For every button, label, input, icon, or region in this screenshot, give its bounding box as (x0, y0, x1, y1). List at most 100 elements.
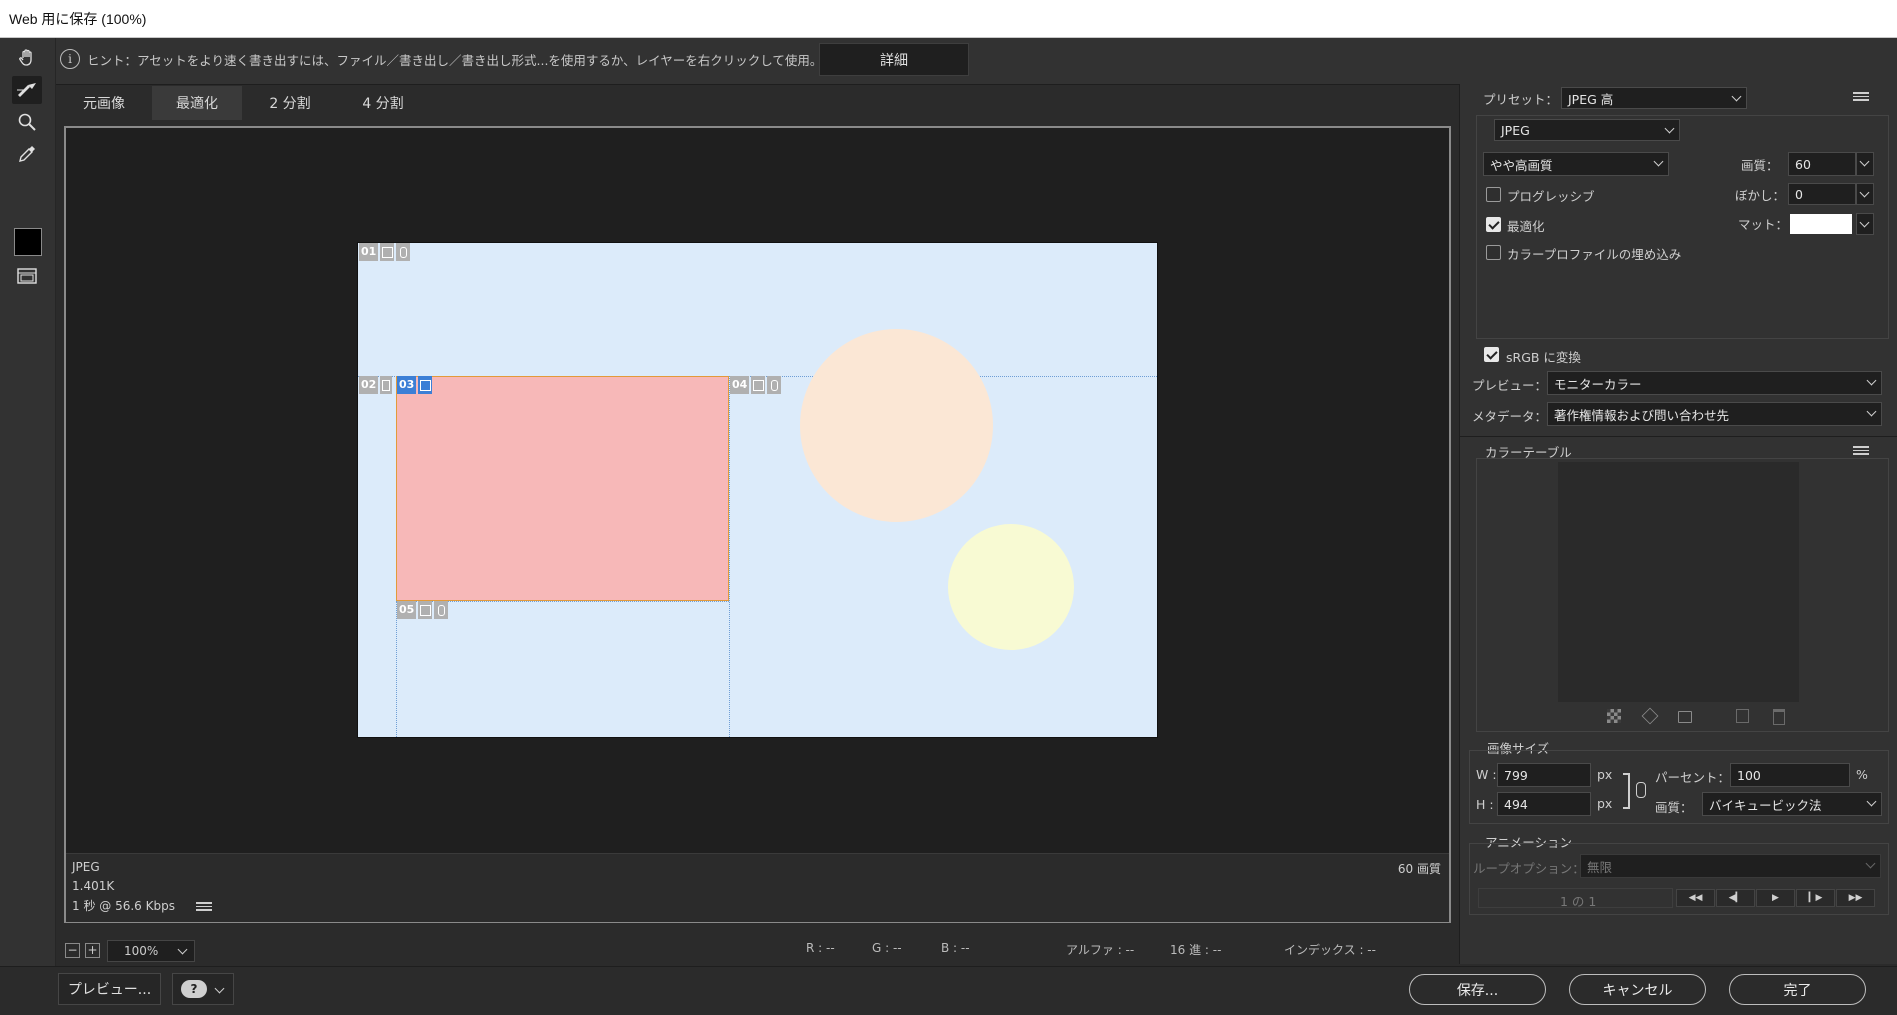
slice-badge-02[interactable]: 02 (359, 376, 393, 394)
blue-readout: B : -- (941, 941, 970, 955)
toggle-slices-icon[interactable] (12, 262, 42, 290)
window-title: Web 用に保存 (100%) (9, 11, 147, 27)
last-frame-button[interactable]: ▶▶ (1836, 889, 1875, 907)
info-icon: i (60, 49, 80, 69)
optimized-checkbox[interactable] (1486, 217, 1501, 232)
srgb-checkbox[interactable] (1484, 347, 1499, 362)
color-table-menu-icon[interactable] (1853, 446, 1869, 456)
quality-slider-toggle[interactable] (1856, 152, 1874, 176)
zoom-out-button[interactable]: − (65, 943, 80, 958)
window-titlebar: Web 用に保存 (100%) (0, 0, 1897, 38)
image-slice-icon (418, 601, 433, 619)
play-button[interactable]: ▶ (1756, 889, 1795, 907)
selected-slice-03[interactable] (396, 376, 729, 601)
quality-info: 60 画質 (1397, 862, 1441, 876)
tab-4up[interactable]: 4 分割 (338, 86, 428, 120)
previous-frame-button[interactable]: ◀▎ (1716, 889, 1755, 907)
zoom-level-select[interactable]: 100% (107, 940, 195, 962)
color-table-grid[interactable] (1558, 462, 1799, 702)
resample-quality-select[interactable]: バイキュービック法 (1702, 792, 1882, 816)
detail-button[interactable]: 詳細 (819, 43, 969, 76)
eyedropper-icon[interactable] (12, 140, 42, 168)
lock-color-icon[interactable] (1678, 711, 1692, 723)
hint-text: ヒント：アセットをより速く書き出すには、ファイル／書き出し／書き出し形式...を… (87, 53, 823, 68)
preset-label: プリセット： (1483, 92, 1559, 107)
tab-2up[interactable]: 2 分割 (242, 86, 338, 120)
slice-number: 01 (359, 243, 379, 261)
panel-menu-icon[interactable] (1853, 92, 1869, 102)
slice-number: 04 (730, 376, 750, 394)
metadata-select[interactable]: 著作権情報および問い合わせ先 (1547, 402, 1882, 426)
file-size-info: 1.401K (72, 879, 115, 893)
browser-select[interactable]: ? (172, 973, 234, 1005)
preview-mode-label: プレビュー： (1472, 378, 1548, 393)
trash-icon[interactable] (1773, 709, 1785, 725)
metadata-label: メタデータ： (1472, 409, 1548, 424)
slice-badge-03[interactable]: 03 (397, 376, 433, 394)
new-color-icon[interactable] (1736, 709, 1749, 723)
height-input[interactable]: 494 (1497, 792, 1591, 816)
eyedropper-color-swatch[interactable] (14, 228, 42, 256)
matte-dropdown[interactable] (1856, 213, 1874, 235)
height-unit: px (1597, 796, 1613, 811)
preview-in-browser-button[interactable]: プレビュー... (58, 973, 161, 1005)
loop-options-select[interactable]: 無限 (1580, 854, 1881, 878)
tab-original[interactable]: 元画像 (56, 86, 152, 120)
resample-quality-value: バイキュービック法 (1709, 797, 1822, 813)
hand-icon[interactable] (12, 44, 42, 72)
transparency-map-icon[interactable] (1607, 709, 1621, 723)
blur-slider-toggle[interactable] (1856, 183, 1874, 205)
percent-unit: % (1856, 767, 1868, 782)
zoom-value: 100% (124, 944, 159, 958)
zoom-icon[interactable] (12, 108, 42, 136)
quality-preset-select[interactable]: やや高画質 (1483, 152, 1669, 176)
percent-input[interactable]: 100 (1730, 763, 1850, 787)
speed-menu-icon[interactable] (196, 902, 212, 912)
preset-select[interactable]: JPEG 高 (1561, 87, 1747, 109)
image-canvas[interactable]: 01 02 03 04 05 (357, 242, 1158, 738)
format-select[interactable]: JPEG (1494, 119, 1680, 141)
slice-number: 05 (397, 601, 417, 619)
width-input[interactable]: 799 (1497, 763, 1591, 787)
save-button[interactable]: 保存... (1409, 974, 1546, 1005)
slice-select-icon[interactable] (12, 76, 42, 104)
slice-badge-01[interactable]: 01 (359, 243, 411, 261)
done-button[interactable]: 完了 (1729, 974, 1866, 1005)
zoom-in-button[interactable]: + (85, 943, 100, 958)
matte-color-swatch[interactable] (1790, 214, 1852, 234)
index-readout: インデックス : -- (1284, 943, 1376, 957)
progressive-label: プログレッシブ (1507, 189, 1595, 204)
format-value: JPEG (1501, 122, 1530, 138)
link-proportions-icon[interactable] (1636, 782, 1646, 798)
height-label: H : (1476, 797, 1494, 812)
quality-input[interactable]: 60 (1788, 152, 1856, 176)
red-readout: R : -- (806, 941, 835, 955)
green-readout: G : -- (872, 941, 902, 955)
blur-input[interactable]: 0 (1788, 183, 1856, 205)
progressive-checkbox[interactable] (1486, 187, 1501, 202)
slice-badge-04[interactable]: 04 (730, 376, 782, 394)
image-slice-icon (380, 243, 395, 261)
embed-profile-label: カラープロファイルの埋め込み (1507, 247, 1682, 262)
blur-label: ぼかし： (1735, 188, 1786, 203)
preview-mode-select[interactable]: モニターカラー (1547, 371, 1882, 395)
peach-circle (800, 329, 993, 522)
preset-value: JPEG 高 (1568, 91, 1614, 107)
cancel-button[interactable]: キャンセル (1569, 974, 1706, 1005)
loop-options-value: 無限 (1587, 859, 1613, 875)
metadata-value: 著作権情報および問い合わせ先 (1554, 407, 1730, 423)
tab-optimized[interactable]: 最適化 (152, 86, 242, 120)
loop-options-label: ループオプション： (1473, 861, 1585, 876)
first-frame-button[interactable]: ◀◀ (1676, 889, 1715, 907)
preview-mode-value: モニターカラー (1554, 376, 1642, 392)
alpha-readout: アルファ : -- (1066, 943, 1135, 957)
resample-quality-label: 画質： (1655, 800, 1693, 815)
link-icon (767, 376, 782, 394)
image-slice-icon (380, 376, 393, 394)
slice-badge-05[interactable]: 05 (397, 601, 449, 619)
next-frame-button[interactable]: ▎▶ (1796, 889, 1835, 907)
link-icon (434, 601, 449, 619)
hex-readout: 16 進 : -- (1170, 943, 1222, 957)
embed-profile-checkbox[interactable] (1486, 245, 1501, 260)
percent-label: パーセント： (1655, 770, 1731, 785)
